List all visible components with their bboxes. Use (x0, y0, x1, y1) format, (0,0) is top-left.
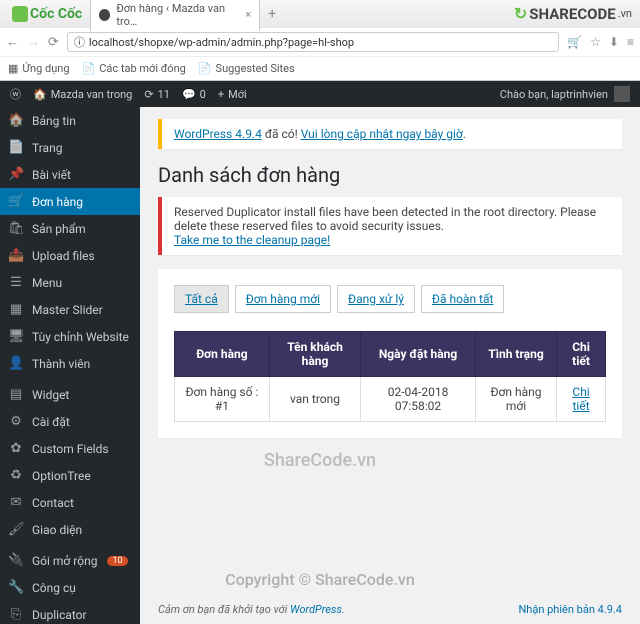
menu-icon: 🏠 (8, 113, 24, 128)
menu-icon[interactable]: ≡ (627, 35, 634, 49)
menu-icon: 📄 (8, 140, 24, 155)
sidebar-item-optiontree[interactable]: ♻OptionTree (0, 462, 140, 489)
menu-icon: ▦ (8, 302, 24, 317)
back-icon[interactable]: ← (6, 34, 19, 50)
bookmark-suggested[interactable]: 📄 Suggested Sites (198, 62, 295, 75)
address-bar[interactable]: ⓘ localhost/shopxe/wp-admin/admin.php?pa… (67, 32, 559, 52)
sidebar-item-master-slider[interactable]: ▦Master Slider (0, 296, 140, 323)
menu-icon: ⎘ (8, 607, 24, 622)
wp-footer: Cảm ơn bạn đã khởi tạo với WordPress. Nh… (140, 595, 640, 624)
user-greeting[interactable]: Chào bạn, laptrinhvien (500, 86, 630, 102)
table-header: Chi tiết (557, 332, 606, 377)
reload-icon[interactable]: ⟳ (48, 35, 59, 50)
menu-icon: 📌 (8, 167, 24, 182)
new-content[interactable]: + Mới (218, 88, 247, 101)
detail-link[interactable]: Chi tiết (572, 385, 589, 413)
update-now-link[interactable]: Vui lòng cập nhật ngay bây giờ (301, 127, 463, 141)
sidebar-item-upload-files[interactable]: 📤Upload files (0, 242, 140, 269)
tab-close-icon[interactable]: × (245, 8, 251, 21)
sidebar-item-công-cụ[interactable]: 🔧Công cụ (0, 574, 140, 601)
apps-button[interactable]: ▦ Ứng dụng (8, 62, 70, 75)
get-version-link[interactable]: Nhận phiên bản 4.9.4 (518, 603, 622, 616)
new-tab-button[interactable]: + (260, 6, 284, 22)
menu-icon: 🔧 (8, 580, 24, 595)
menu-icon: ✿ (8, 441, 24, 456)
orders-panel: Tất cảĐơn hàng mớiĐang xử lýĐã hoàn tất … (158, 269, 622, 438)
sidebar-item-giao-diện[interactable]: 🖌Giao diện (0, 516, 140, 543)
share-icon: ↻ (514, 4, 527, 23)
update-notice: WordPress 4.9.4 đã có! Vui lòng cập nhật… (158, 119, 622, 149)
sidebar-item-duplicator[interactable]: ⎘Duplicator (0, 601, 140, 624)
menu-icon: ▤ (8, 387, 24, 402)
browser-tab[interactable]: Đơn hàng ‹ Mazda van tro… × (90, 0, 260, 31)
cell-detail: Chi tiết (557, 377, 606, 422)
filter-tab[interactable]: Đơn hàng mới (235, 285, 331, 313)
coccoc-icon (12, 6, 28, 22)
bookmark-closed-tabs[interactable]: 📄 Các tab mới đóng (82, 62, 186, 75)
comments-count[interactable]: 💬 0 (182, 88, 206, 101)
sidebar-item-gói-mở-rộng[interactable]: 🔌Gói mở rộng10 (0, 547, 140, 574)
menu-icon: 📤 (8, 248, 24, 263)
wordpress-link[interactable]: WordPress (290, 603, 342, 616)
table-header: Ngày đặt hàng (361, 332, 476, 377)
sidebar-item-bài-viết[interactable]: 📌Bài viết (0, 161, 140, 188)
cart-icon[interactable]: 🛒 (567, 35, 582, 49)
tab-favicon (99, 9, 110, 21)
cell-status: Đơn hàng mới (475, 377, 556, 422)
admin-sidebar: 🏠Bảng tin📄Trang📌Bài viết🛒Đơn hàng🛍Sản ph… (0, 107, 140, 624)
cell-customer: van trong (269, 377, 360, 422)
table-header: Tên khách hàng (269, 332, 360, 377)
sidebar-item-thành-viên[interactable]: 👤Thành viên (0, 350, 140, 377)
info-icon[interactable]: ⓘ (74, 34, 85, 50)
sidebar-item-bảng-tin[interactable]: 🏠Bảng tin (0, 107, 140, 134)
sidebar-item-cài-đặt[interactable]: ⚙Cài đặt (0, 408, 140, 435)
wp-adminbar: ⓦ 🏠 Mazda van trong ⟳ 11 💬 0 + Mới Chào … (0, 81, 640, 107)
orders-table: Đơn hàngTên khách hàngNgày đặt hàngTình … (174, 331, 606, 422)
wp-logo-icon[interactable]: ⓦ (10, 86, 21, 102)
filter-tab[interactable]: Tất cả (174, 285, 229, 313)
sidebar-item-sản-phẩm[interactable]: 🛍Sản phẩm (0, 215, 140, 242)
menu-icon: 👤 (8, 356, 24, 371)
menu-icon: 🛒 (8, 194, 24, 209)
badge: 10 (107, 556, 127, 566)
main-content: WordPress 4.9.4 đã có! Vui lòng cập nhật… (140, 107, 640, 624)
wp-version-link[interactable]: WordPress 4.9.4 (174, 127, 262, 141)
sidebar-item-widget[interactable]: ▤Widget (0, 381, 140, 408)
menu-icon: ⚙ (8, 414, 24, 429)
menu-icon: ♻ (8, 468, 24, 483)
forward-icon[interactable]: → (27, 34, 40, 50)
menu-icon: 🔌 (8, 553, 24, 568)
table-row: Đơn hàng số : #1van trong02-04-2018 07:5… (175, 377, 606, 422)
menu-icon: 🖥 (8, 329, 24, 344)
filter-tab[interactable]: Đã hoàn tất (421, 285, 505, 313)
sidebar-item-contact[interactable]: ✉Contact (0, 489, 140, 516)
menu-icon: ✉ (8, 495, 24, 510)
filter-tabs: Tất cảĐơn hàng mớiĐang xử lýĐã hoàn tất (174, 285, 606, 313)
avatar-icon (614, 86, 630, 102)
cell-date: 02-04-2018 07:58:02 (361, 377, 476, 422)
sharecode-logo: ↻ SHARECODE.vn (514, 4, 632, 23)
cell-order: Đơn hàng số : #1 (175, 377, 270, 422)
sidebar-item-trang[interactable]: 📄Trang (0, 134, 140, 161)
tab-title: Đơn hàng ‹ Mazda van tro… (116, 2, 239, 28)
browser-brand: Cốc Cốc (4, 6, 90, 22)
sidebar-item-menu[interactable]: ☰Menu (0, 269, 140, 296)
sidebar-item-đơn-hàng[interactable]: 🛒Đơn hàng (0, 188, 140, 215)
table-header: Đơn hàng (175, 332, 270, 377)
duplicator-notice: Reserved Duplicator install files have b… (158, 197, 622, 255)
menu-icon: 🖌 (8, 522, 24, 537)
star-icon[interactable]: ☆ (590, 35, 601, 49)
menu-icon: 🛍 (8, 221, 24, 236)
sidebar-item-custom-fields[interactable]: ✿Custom Fields (0, 435, 140, 462)
menu-icon: ☰ (8, 275, 24, 290)
sidebar-item-tùy-chỉnh-website[interactable]: 🖥Tùy chỉnh Website (0, 323, 140, 350)
page-title: Danh sách đơn hàng (158, 163, 622, 187)
download-icon[interactable]: ⬇ (609, 35, 619, 49)
table-header: Tình trạng (475, 332, 556, 377)
cleanup-link[interactable]: Take me to the cleanup page! (174, 233, 330, 247)
filter-tab[interactable]: Đang xử lý (337, 285, 415, 313)
updates-count[interactable]: ⟳ 11 (144, 88, 170, 101)
site-name[interactable]: 🏠 Mazda van trong (33, 88, 132, 101)
url-text: localhost/shopxe/wp-admin/admin.php?page… (89, 36, 354, 49)
